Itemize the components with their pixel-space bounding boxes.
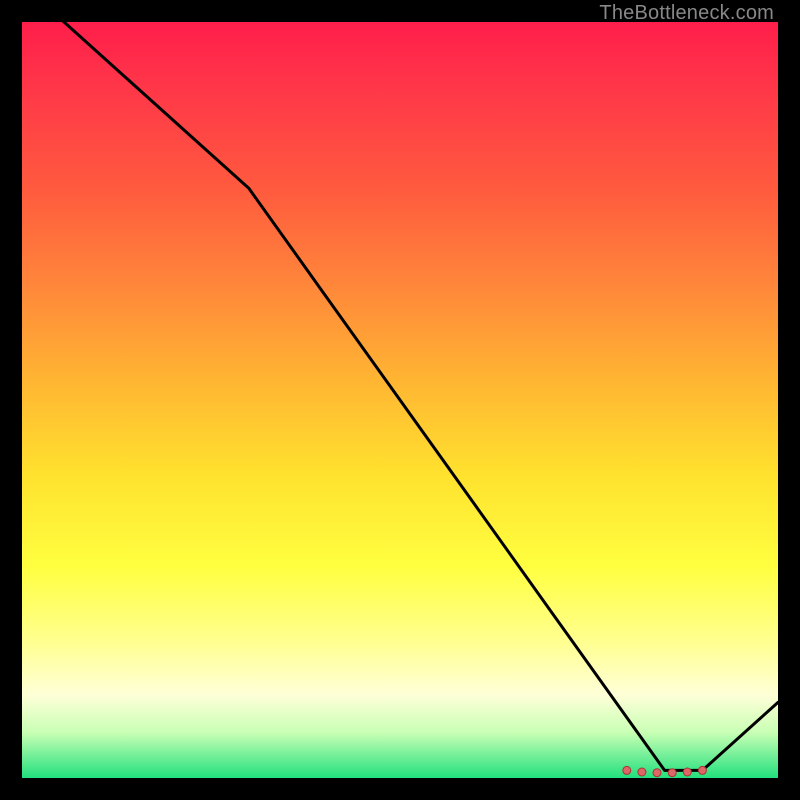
- plot-area: [22, 22, 778, 778]
- chart-frame: TheBottleneck.com: [0, 0, 800, 800]
- min-marker: [623, 766, 631, 774]
- min-marker: [638, 768, 646, 776]
- min-marker: [683, 768, 691, 776]
- bottleneck-curve: [22, 22, 778, 770]
- min-marker: [698, 766, 706, 774]
- min-marker: [668, 769, 676, 777]
- series-line: [22, 22, 778, 778]
- min-marker: [653, 769, 661, 777]
